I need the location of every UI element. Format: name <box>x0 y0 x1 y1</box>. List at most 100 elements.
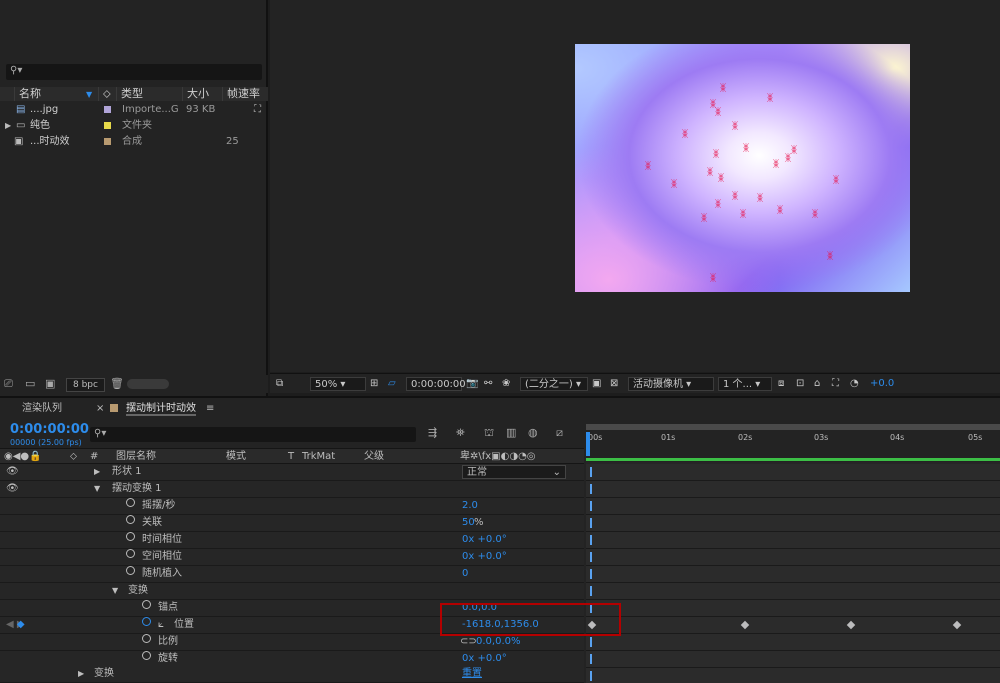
property-value[interactable]: 0x +0.0° <box>462 549 507 565</box>
keyframe[interactable] <box>846 620 856 630</box>
region-of-interest-icon[interactable]: ▣ <box>592 377 601 391</box>
reset-exposure-icon[interactable]: ⊡ <box>796 377 804 391</box>
close-icon[interactable]: × <box>96 402 104 416</box>
region-icon[interactable]: ▱ <box>388 377 396 391</box>
current-time[interactable]: 0:00:00:00 <box>10 422 89 437</box>
trash-icon[interactable]: 🗑 <box>110 377 124 390</box>
exposure-value[interactable]: +0.0 <box>870 377 894 391</box>
keyframe[interactable] <box>740 620 750 630</box>
project-item[interactable]: ▤ ....jpg Importe...G 93 KB ⛶ <box>0 102 268 118</box>
reset-link[interactable]: 重置 <box>462 666 482 682</box>
blend-mode-select[interactable]: 正常 ⌄ <box>462 465 566 479</box>
zoom-select[interactable]: 50% ▾ <box>310 377 366 391</box>
keyframe-nav-icon[interactable]: ◀ ◆ ▶ <box>6 617 25 633</box>
stopwatch-icon[interactable] <box>142 634 151 643</box>
timeline-search-input[interactable]: ⚲▾ <box>90 427 416 442</box>
exposure-icon[interactable]: ◔ <box>850 377 859 391</box>
column-trkmat[interactable]: TrkMat <box>302 450 335 464</box>
fit-frame-icon[interactable]: ⊞ <box>370 377 378 391</box>
column-size[interactable]: 大小 <box>182 87 222 101</box>
playhead[interactable] <box>586 432 590 456</box>
property-value[interactable]: 0x +0.0° <box>462 532 507 548</box>
stopwatch-icon[interactable] <box>142 600 151 609</box>
property-row[interactable]: 空间相位 0x +0.0° <box>0 549 584 566</box>
bpc-button[interactable]: 8 bpc <box>66 378 105 392</box>
property-value[interactable]: 0x +0.0° <box>462 651 507 667</box>
work-area-bar[interactable] <box>586 424 1000 430</box>
property-value[interactable]: 2.0 <box>462 498 478 514</box>
frame-blending-icon[interactable]: ▥ <box>506 426 516 439</box>
property-value[interactable]: 50 <box>462 515 475 531</box>
time-ruler[interactable]: 00s 01s 02s 03s 04s 05s <box>586 422 1000 462</box>
flowchart-icon[interactable]: ⛶ <box>254 102 261 118</box>
new-composition-icon[interactable]: ▣ <box>45 377 55 390</box>
interpret-footage-icon[interactable]: ⎚ <box>4 377 13 391</box>
flowchart-icon[interactable]: ⛶ <box>832 377 839 391</box>
comp-mini-flowchart-icon[interactable]: ⇶ <box>428 426 437 439</box>
color-channels-icon[interactable]: ❀ <box>502 377 510 391</box>
tab-render-queue[interactable]: 渲染队列 <box>22 402 62 416</box>
project-search-input[interactable]: ⚲▾ <box>6 64 262 80</box>
expand-arrow-icon[interactable]: ▼ <box>94 481 100 497</box>
property-group-row[interactable]: ▶ 变换 重置 <box>0 666 584 683</box>
tab-composition[interactable]: 摆动制计时动效 <box>126 402 196 416</box>
expand-arrow-icon[interactable]: ▶ <box>94 464 100 480</box>
property-row[interactable]: 摇摆/秒 2.0 <box>0 498 584 515</box>
property-row[interactable]: 比例 ⊂⊃ 0.0,0.0% <box>0 634 584 651</box>
eye-icon[interactable]: 👁 <box>6 464 19 480</box>
transparency-grid-icon[interactable]: ⊠ <box>610 377 618 391</box>
expand-arrow-icon[interactable]: ▼ <box>112 583 118 599</box>
expand-arrow-icon[interactable]: ▶ <box>78 666 84 682</box>
graph-editor-icon[interactable]: ⧄ <box>556 426 563 440</box>
project-item[interactable]: ▣ ...时动效 合成 25 <box>0 134 268 150</box>
draft-3d-icon[interactable]: ⛯ <box>456 426 465 440</box>
label-tag-icon[interactable]: ⬦ <box>70 450 77 464</box>
column-parent[interactable]: 父级 <box>364 450 384 464</box>
property-value[interactable]: 0.0,0.0% <box>476 634 521 650</box>
property-row[interactable]: 时间相位 0x +0.0° <box>0 532 584 549</box>
hide-shy-layers-icon[interactable]: ⛫ <box>484 426 494 441</box>
label-tag-icon[interactable]: ⬦ <box>98 87 116 101</box>
link-icon[interactable]: ⊂⊃ <box>460 634 477 650</box>
views-select[interactable]: 1 个... ▾ <box>718 377 772 391</box>
toggle-pixel-icon[interactable]: ⧈ <box>778 377 784 391</box>
property-value[interactable]: 0 <box>462 566 468 582</box>
highlight-annotation-box <box>440 603 621 636</box>
composition-preview[interactable]: ᛤ ᛤ ᛤ ᛤ ᛤ ᛤ ᛤ ᛤ ᛤ ᛤ ᛤ ᛤ ᛤ ᛤ ᛤ ᛤ ᛤ ᛤ ᛤ ᛤ … <box>575 44 910 292</box>
property-row[interactable]: 随机植入 0 <box>0 566 584 583</box>
column-layer-name[interactable]: 图层名称 <box>116 450 156 464</box>
layer-row[interactable]: 👁 ▶ 形状 1 正常 ⌄ <box>0 464 584 481</box>
camera-select[interactable]: 活动摄像机 ▾ <box>628 377 714 391</box>
fast-preview-icon[interactable]: ⌂ <box>814 377 820 391</box>
thumbnail-slider[interactable] <box>127 379 169 389</box>
show-snapshot-icon[interactable]: ⚯ <box>484 377 492 391</box>
motion-blur-icon[interactable]: ◍ <box>528 426 538 439</box>
resolution-select[interactable]: (二分之一) ▾ <box>520 377 588 391</box>
stopwatch-icon[interactable] <box>126 549 135 558</box>
stopwatch-icon[interactable] <box>142 651 151 660</box>
layer-duration-bar[interactable] <box>586 458 1000 461</box>
snapshot-icon[interactable]: ⧉ <box>276 377 283 391</box>
stopwatch-icon[interactable] <box>126 566 135 575</box>
stopwatch-icon[interactable] <box>126 532 135 541</box>
graph-icon[interactable]: ⟀ <box>158 617 164 633</box>
property-group-row[interactable]: ▼ 变换 <box>0 583 584 600</box>
keyframe-area[interactable] <box>586 462 1000 683</box>
stopwatch-icon[interactable] <box>142 617 151 626</box>
column-fps[interactable]: 帧速率 <box>222 87 268 101</box>
keyframe[interactable] <box>952 620 962 630</box>
column-mode[interactable]: 模式 <box>226 450 246 464</box>
project-item[interactable]: ▶ ▭ 纯色 文件夹 <box>0 118 268 134</box>
expand-arrow-icon[interactable]: ▶ <box>5 118 11 134</box>
eye-icon[interactable]: 👁 <box>6 481 19 497</box>
stopwatch-icon[interactable] <box>126 515 135 524</box>
column-type[interactable]: 类型 <box>116 87 182 101</box>
viewer-timecode[interactable]: 0:00:00:00 <box>406 377 466 391</box>
property-row[interactable]: 关联 50 % <box>0 515 584 532</box>
stopwatch-icon[interactable] <box>126 498 135 507</box>
new-folder-icon[interactable]: ▭ <box>25 377 35 390</box>
layer-row[interactable]: 👁 ▼ 摆动变换 1 <box>0 481 584 498</box>
av-switches-icon[interactable]: ◉◀●🔒 <box>4 450 42 464</box>
camera-snapshot-icon[interactable]: 📷 <box>466 377 478 391</box>
panel-menu-icon[interactable]: ≡ <box>206 402 214 416</box>
